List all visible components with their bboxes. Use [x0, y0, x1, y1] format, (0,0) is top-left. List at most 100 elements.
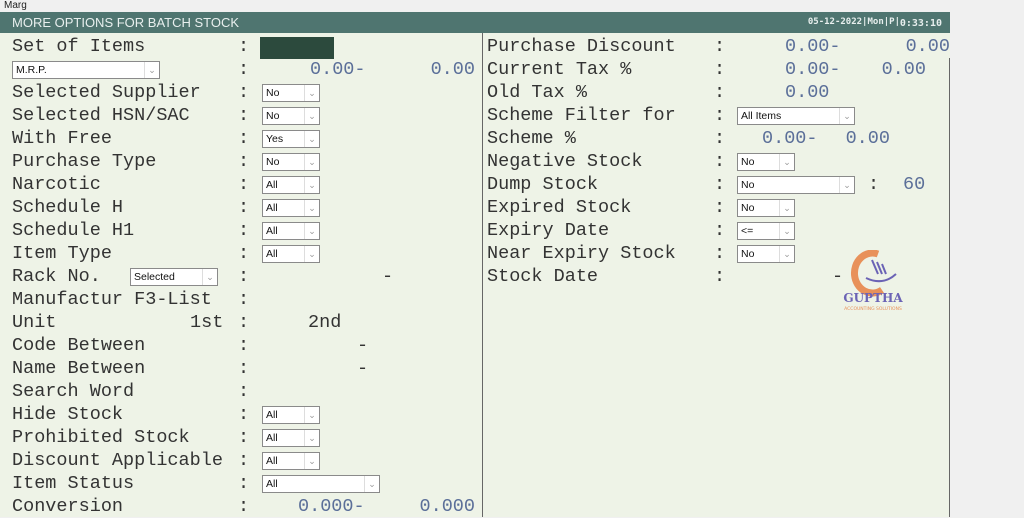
window-title-bar: MORE OPTIONS FOR BATCH STOCK 05-12-2022|…	[0, 12, 950, 33]
set-of-items-field[interactable]	[260, 37, 334, 59]
field-label: Name Between	[12, 358, 146, 379]
colon: :	[238, 105, 250, 126]
right-border	[949, 58, 950, 517]
range-from[interactable]: 0.00-	[785, 36, 841, 58]
option-select[interactable]: All ⌄	[262, 222, 320, 240]
option-select[interactable]: All ⌄	[262, 199, 320, 217]
colon: :	[714, 174, 726, 195]
unit-second-label: 2nd	[308, 312, 342, 333]
select-value: No	[741, 156, 755, 168]
option-select[interactable]: All ⌄	[262, 452, 320, 470]
range-from[interactable]: 0.00-	[785, 59, 841, 81]
colon: :	[238, 473, 250, 494]
option-select[interactable]: No ⌄	[737, 245, 795, 263]
colon: :	[238, 174, 250, 195]
colon: :	[714, 243, 726, 264]
select-value: No	[266, 156, 280, 168]
option-select[interactable]: All ⌄	[262, 475, 380, 493]
range-dash: -	[357, 335, 369, 356]
chevron-down-icon: ⌄	[779, 154, 794, 170]
window-title: MORE OPTIONS FOR BATCH STOCK	[12, 15, 240, 30]
range-to[interactable]: 0.00	[431, 59, 475, 81]
chevron-down-icon: ⌄	[144, 62, 159, 78]
field-label: Narcotic	[12, 174, 101, 195]
option-select[interactable]: No ⌄	[262, 107, 320, 125]
select-value: No	[741, 248, 755, 260]
svg-text:GUPTHA: GUPTHA	[843, 291, 903, 305]
field-label: Purchase Type	[12, 151, 157, 172]
field-label: Unit	[12, 312, 57, 333]
field-label: Old Tax %	[487, 82, 587, 103]
field-label: Manufactur F3-List	[12, 289, 212, 310]
colon: :	[238, 335, 250, 356]
select-value: All	[266, 248, 278, 260]
select-value: All	[266, 478, 278, 490]
field-label: Item Status	[12, 473, 135, 494]
select-value: All	[266, 409, 278, 421]
app-title: Marg	[4, 0, 27, 11]
colon: :	[238, 82, 250, 103]
field-label: Selected HSN/SAC	[12, 105, 190, 126]
field-label: Purchase Discount	[487, 36, 676, 57]
chevron-down-icon: ⌄	[839, 177, 854, 193]
option-select[interactable]: No ⌄	[262, 153, 320, 171]
field-label: Conversion	[12, 496, 124, 517]
chevron-down-icon: ⌄	[304, 223, 319, 239]
field-label: Negative Stock	[487, 151, 643, 172]
range-to[interactable]: 0.00	[882, 59, 926, 81]
chevron-down-icon: ⌄	[304, 177, 319, 193]
option-select[interactable]: All ⌄	[262, 245, 320, 263]
chevron-down-icon: ⌄	[779, 223, 794, 239]
select-value: No	[741, 202, 755, 214]
colon: :	[238, 243, 250, 264]
select-value: All	[266, 432, 278, 444]
select-value: All	[266, 225, 278, 237]
range-to[interactable]: 0.00	[846, 128, 890, 150]
colon: :	[238, 289, 250, 310]
option-select[interactable]: No ⌄	[737, 199, 795, 217]
option-select[interactable]: No ⌄	[737, 176, 855, 194]
field-label: Stock Date	[487, 266, 599, 287]
option-select[interactable]: All ⌄	[262, 429, 320, 447]
range-to[interactable]: 0.000	[419, 496, 475, 518]
field-label: Prohibited Stock	[12, 427, 190, 448]
field-label: With Free	[12, 128, 112, 149]
guptha-logo: GUPTHA ACCOUNTING SOLUTIONS	[843, 250, 903, 312]
colon: :	[714, 128, 726, 149]
rack-select[interactable]: Selected ⌄	[130, 268, 218, 286]
colon: :	[238, 266, 250, 287]
chevron-down-icon: ⌄	[304, 407, 319, 423]
dump-days[interactable]: 60	[903, 174, 925, 196]
chevron-down-icon: ⌄	[304, 131, 319, 147]
colon: :	[714, 59, 726, 80]
option-select[interactable]: All ⌄	[262, 176, 320, 194]
field-label: Selected Supplier	[12, 82, 201, 103]
field-label: Expired Stock	[487, 197, 632, 218]
range-from[interactable]: 0.00-	[762, 128, 818, 150]
colon: :	[714, 82, 726, 103]
field-label: Scheme %	[487, 128, 576, 149]
sort-field-select[interactable]: M.R.P. ⌄	[12, 61, 160, 79]
range-from[interactable]: 0.00	[785, 82, 829, 104]
select-value: All	[266, 202, 278, 214]
field-label: Dump Stock	[487, 174, 599, 195]
chevron-down-icon: ⌄	[839, 108, 854, 124]
field-label: Set of Items	[12, 36, 146, 57]
range-from[interactable]: 0.00-	[310, 59, 366, 81]
option-select[interactable]: Yes ⌄	[262, 130, 320, 148]
chevron-down-icon: ⌄	[779, 200, 794, 216]
option-select[interactable]: All Items ⌄	[737, 107, 855, 125]
option-select[interactable]: No ⌄	[737, 153, 795, 171]
range-from[interactable]: 0.000-	[298, 496, 365, 518]
field-label: Expiry Date	[487, 220, 610, 241]
option-select[interactable]: No ⌄	[262, 84, 320, 102]
colon: :	[238, 151, 250, 172]
range-to[interactable]: 0.00	[906, 36, 950, 58]
field-label: Schedule H1	[12, 220, 135, 241]
field-label: Code Between	[12, 335, 146, 356]
option-select[interactable]: All ⌄	[262, 406, 320, 424]
option-select[interactable]: <= ⌄	[737, 222, 795, 240]
colon: :	[714, 36, 726, 57]
colon: :	[714, 220, 726, 241]
colon: :	[238, 220, 250, 241]
